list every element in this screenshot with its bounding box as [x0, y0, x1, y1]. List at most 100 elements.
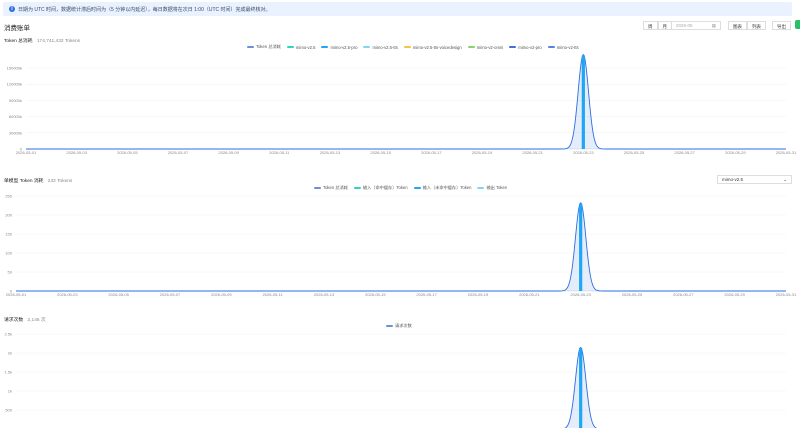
model-select[interactable]: mimo-v2.5 ⌄ [717, 175, 792, 184]
legend-item[interactable]: mimo-v2-pro [509, 45, 542, 50]
y-tick-label: 100 [5, 251, 12, 256]
list-view-button[interactable]: 列表 [747, 21, 766, 30]
legend-item[interactable]: mimo-v2-tts [548, 45, 579, 50]
x-tick-label: 2026-05-09 [218, 150, 239, 155]
x-tick-label: 2026-05-31 [776, 150, 797, 155]
legend-item[interactable]: mimo-v2.5 [287, 45, 316, 50]
week-button[interactable]: 周 [643, 21, 658, 30]
x-tick-label: 2026-05-07 [168, 150, 189, 155]
x-tick-label: 2026-05-05 [117, 150, 138, 155]
model-section-title: 单模型 Token 消耗 [4, 179, 43, 184]
legend-swatch [287, 46, 294, 49]
legend-item[interactable]: mimo-v2-omni [468, 45, 504, 50]
request-section-header: 请求次数 2,146 次 [4, 316, 46, 323]
y-tick-label: 2.5k [4, 332, 12, 337]
x-tick-label: 2026-05-27 [673, 292, 694, 297]
x-tick-label: 2026-05-13 [314, 292, 335, 297]
date-picker[interactable]: 2026-05 ▦ [671, 21, 721, 31]
legend-swatch [354, 187, 361, 190]
y-tick-label: 1k [8, 389, 12, 394]
series-line[interactable] [16, 347, 786, 428]
series-line[interactable] [16, 203, 786, 291]
legend-label: mimo-v2-omni [477, 45, 504, 50]
y-tick-label: 120000k [7, 82, 22, 87]
token-total-chart: 030000k60000k90000k120000k150000k2026-05… [0, 50, 800, 165]
y-tick-label: 500 [5, 408, 12, 413]
x-tick-label: 2026-05-15 [365, 292, 386, 297]
legend-label: mimo-v2.5-pro [330, 45, 357, 50]
notice-text: 日期为 UTC 时间，数据统计滞后时间为（5 分钟以内延迟），每日数据将在次日 … [18, 6, 271, 13]
legend-swatch [414, 187, 421, 190]
x-tick-label: 2026-05-25 [624, 150, 645, 155]
x-tick-label: 2026-05-21 [519, 292, 540, 297]
chevron-down-icon: ⌄ [783, 176, 787, 183]
x-tick-label: 2026-05-03 [66, 150, 87, 155]
x-tick-label: 2026-05-31 [776, 292, 797, 297]
x-tick-label: 2026-05-27 [674, 150, 695, 155]
x-tick-label: 2026-05-19 [468, 292, 489, 297]
series-area [16, 203, 786, 291]
y-tick-label: 60000k [9, 114, 22, 119]
side-scroll-handle[interactable] [795, 20, 800, 29]
export-button[interactable]: 导出 [772, 21, 791, 30]
page-title: 消费账单 [4, 22, 30, 32]
legend-swatch [509, 46, 516, 49]
legend-item[interactable]: mimo-v2.5-tts [363, 45, 397, 50]
y-tick-label: 2k [8, 351, 12, 356]
request-section-total: 2,146 次 [28, 318, 46, 323]
x-tick-label: 2026-05-03 [57, 292, 78, 297]
series-area [26, 55, 786, 149]
y-tick-label: 90000k [9, 98, 22, 103]
legend-swatch [363, 46, 370, 49]
y-tick-label: 30000k [9, 130, 22, 135]
x-tick-label: 2026-05-29 [724, 292, 745, 297]
legend-swatch [247, 46, 254, 49]
y-tick-label: 250 [5, 194, 12, 199]
y-tick-label: 150000k [7, 66, 22, 71]
model-section-total: 232 Tokens [48, 179, 73, 184]
x-tick-label: 2026-05-05 [108, 292, 129, 297]
x-tick-label: 2026-05-17 [421, 150, 442, 155]
x-tick-label: 2026-05-25 [622, 292, 643, 297]
token-section-title: Token 总消耗 [4, 39, 33, 44]
export-area: 导出 [772, 21, 791, 31]
peak-bar[interactable] [582, 56, 585, 149]
request-section-title: 请求次数 [4, 318, 23, 323]
x-tick-label: 2026-05-23 [570, 292, 591, 297]
period-toggle: 周 月 [643, 21, 672, 31]
legend-swatch [314, 187, 321, 190]
month-input-value: 2026-05 [676, 22, 693, 29]
x-tick-label: 2026-05-15 [370, 150, 391, 155]
legend-swatch [321, 46, 328, 49]
token-section-total: 174,741,432 Tokens [37, 39, 80, 44]
series-line[interactable] [26, 55, 786, 149]
legend-swatch [468, 46, 475, 49]
x-tick-label: 2026-05-11 [263, 292, 284, 297]
info-icon: i [9, 6, 15, 12]
y-tick-label: 1.5k [4, 370, 12, 375]
calendar-icon: ▦ [712, 22, 716, 29]
x-tick-label: 2026-05-11 [269, 150, 290, 155]
token-section-header: Token 总消耗 174,741,432 Tokens [4, 37, 80, 44]
model-section-header: 单模型 Token 消耗 232 Tokens [4, 177, 72, 184]
peak-bar[interactable] [579, 204, 582, 291]
legend-item[interactable]: mimo-v2.5-tts-voicedesign [404, 45, 462, 50]
legend-label: mimo-v2-tts [557, 45, 579, 50]
chart-view-button[interactable]: 图表 [728, 21, 747, 30]
legend-item[interactable]: mimo-v2.5-pro [321, 45, 357, 50]
peak-bar[interactable] [579, 348, 582, 428]
request-count-chart: 05001k1.5k2k2.5k [0, 328, 800, 428]
x-tick-label: 2026-05-17 [416, 292, 437, 297]
y-tick-label: 50 [8, 270, 13, 275]
month-button[interactable]: 月 [658, 21, 673, 30]
legend-swatch [548, 46, 555, 49]
series-area [16, 347, 786, 428]
y-tick-label: 200 [5, 213, 12, 218]
legend-label: mimo-v2.5-tts [372, 45, 397, 50]
month-input[interactable]: 2026-05 ▦ [671, 21, 721, 30]
x-tick-label: 2026-05-13 [320, 150, 341, 155]
legend-label: mimo-v2-pro [518, 45, 542, 50]
legend-swatch [386, 325, 393, 328]
x-tick-label: 2026-05-19 [472, 150, 493, 155]
notice-bar: i 日期为 UTC 时间，数据统计滞后时间为（5 分钟以内延迟），每日数据将在次… [3, 2, 792, 16]
